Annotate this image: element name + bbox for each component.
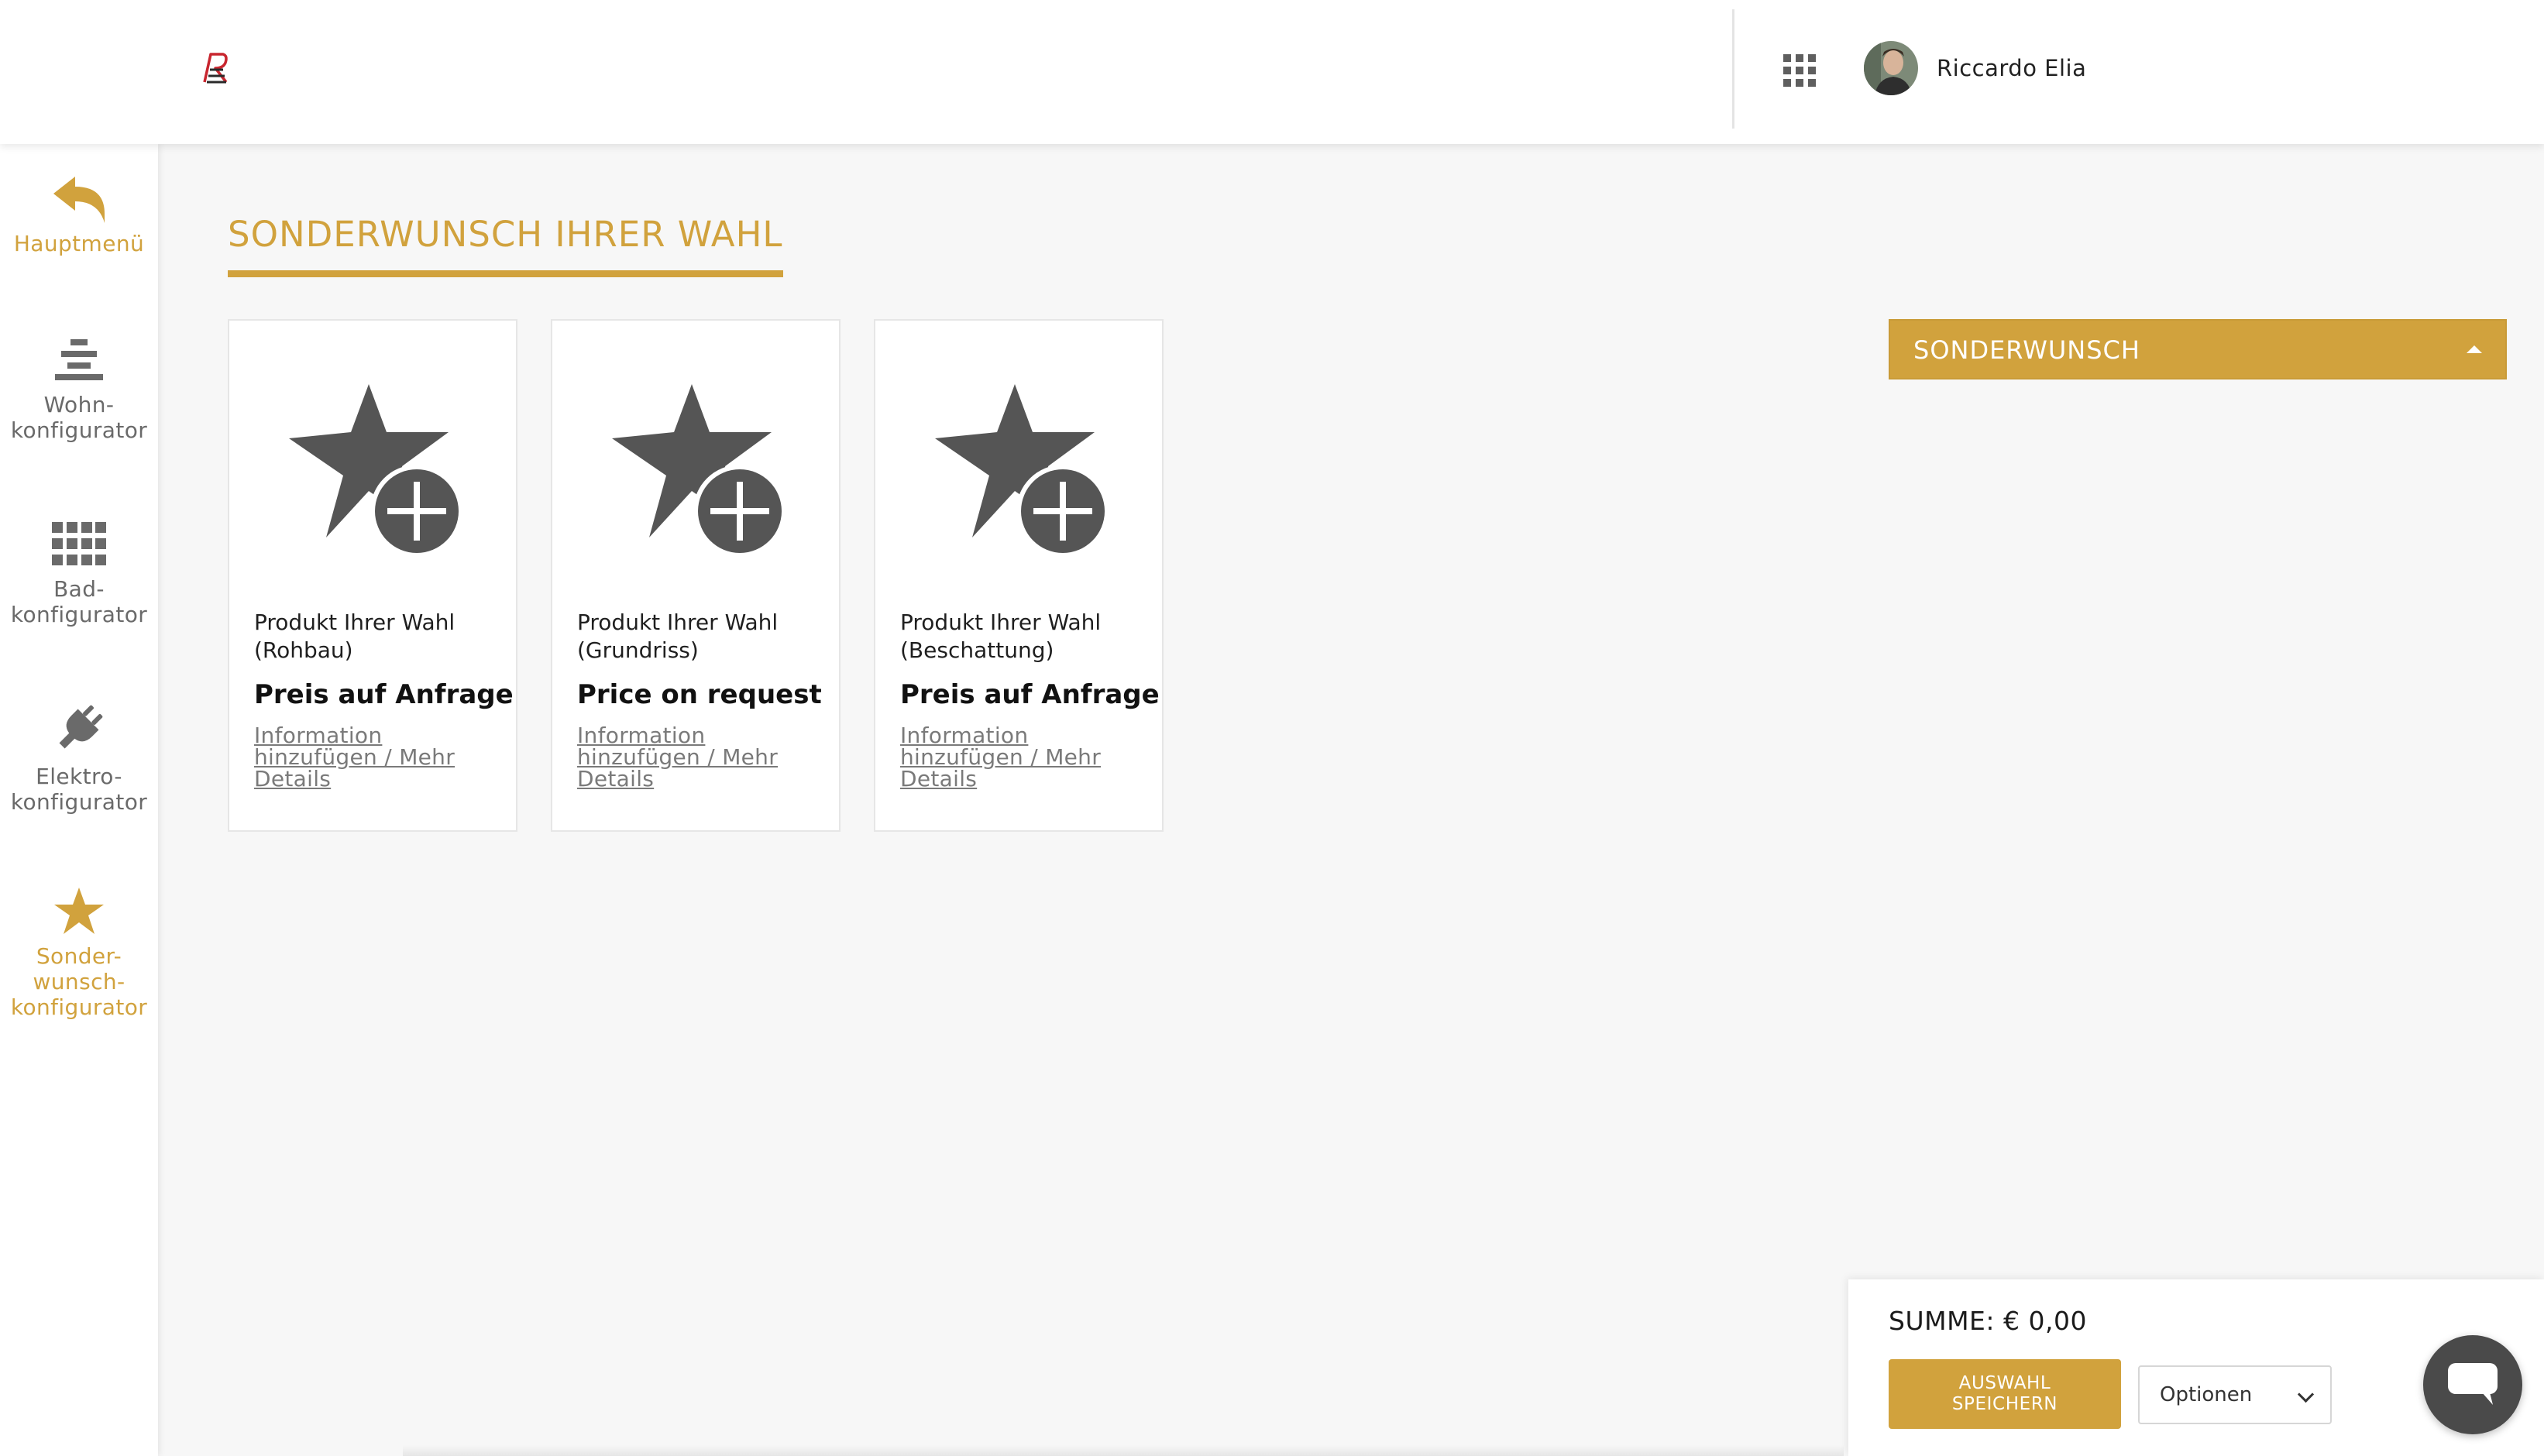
star-add-icon	[612, 384, 786, 558]
sidebar-nav: Hauptmenü Wohn- konfigurator Bad- konfig…	[0, 144, 158, 1456]
sidebar-item-label: Wohn-	[43, 392, 115, 417]
product-name: Produkt Ihrer Wahl (Rohbau)	[254, 609, 502, 664]
user-avatar[interactable]	[1864, 41, 1918, 95]
sidebar-item-label: konfigurator	[10, 602, 148, 627]
product-card-rohbau[interactable]: Produkt Ihrer Wahl (Rohbau) Preis auf An…	[228, 319, 517, 832]
save-button-label: AUSWAHL	[1958, 1373, 2051, 1393]
sidebar-item-label: konfigurator	[10, 417, 148, 443]
header-divider	[1732, 9, 1734, 129]
user-name[interactable]: Riccardo Elia	[1937, 53, 2086, 84]
back-arrow-icon	[53, 177, 105, 223]
sidebar-item-label: konfigurator	[10, 789, 148, 815]
star-icon	[54, 888, 104, 934]
info-link-line[interactable]: Details	[254, 766, 331, 792]
chat-button[interactable]	[2423, 1335, 2522, 1434]
product-card-beschattung[interactable]: Produkt Ihrer Wahl (Beschattung) Preis a…	[874, 319, 1164, 832]
total-sum: SUMME: € 0,00	[1889, 1306, 2087, 1336]
options-select-value: Optionen	[2160, 1383, 2253, 1406]
sidebar-item-elektrokonfigurator[interactable]: Elektro- konfigurator	[0, 702, 158, 815]
apps-grid-icon[interactable]	[1783, 54, 1816, 87]
star-add-icon	[935, 384, 1109, 558]
info-link[interactable]: Information hinzufügen / Mehr Details	[577, 725, 810, 790]
sidebar-item-label: Bad-	[53, 576, 105, 602]
sidebar-item-label: konfigurator	[10, 994, 148, 1020]
sidebar-item-badkonfigurator[interactable]: Bad- konfigurator	[0, 522, 158, 627]
sonderwunsch-accordion-header[interactable]: SONDERWUNSCH	[1889, 319, 2507, 379]
options-select[interactable]: Optionen	[2138, 1365, 2332, 1424]
product-card-grundriss[interactable]: Produkt Ihrer Wahl (Grundriss) Price on …	[551, 319, 841, 832]
chevron-down-icon	[2297, 1386, 2315, 1403]
sidebar-item-label: Elektro-	[36, 764, 122, 789]
top-header: Riccardo Elia	[0, 0, 2544, 144]
product-price: Preis auf Anfrage	[254, 679, 514, 710]
sidebar-item-label: Sonder-	[36, 943, 122, 969]
save-selection-button[interactable]: AUSWAHL SPEICHERN	[1889, 1359, 2121, 1429]
brand-logo[interactable]	[200, 50, 231, 87]
layers-icon	[55, 339, 103, 380]
info-link[interactable]: Information hinzufügen / Mehr Details	[900, 725, 1133, 790]
info-link[interactable]: Information hinzufügen / Mehr Details	[254, 725, 486, 790]
star-add-icon	[289, 384, 463, 558]
accordion-label: SONDERWUNSCH	[1913, 335, 2140, 365]
product-name-line: Produkt Ihrer Wahl	[254, 610, 456, 635]
chat-bubble-icon	[2448, 1363, 2498, 1405]
product-name-line: (Grundriss)	[577, 637, 699, 663]
info-link-line[interactable]: Details	[900, 766, 977, 792]
save-button-label: SPEICHERN	[1951, 1394, 2058, 1414]
r-logo-icon	[203, 53, 228, 84]
product-name-line: (Rohbau)	[254, 637, 353, 663]
product-name-line: Produkt Ihrer Wahl	[577, 610, 779, 635]
product-price: Price on request	[577, 679, 822, 710]
title-underline	[228, 270, 783, 277]
sidebar-item-sonderwunschkonfigurator[interactable]: Sonder- wunsch- konfigurator	[0, 886, 158, 1020]
product-price: Preis auf Anfrage	[900, 679, 1160, 710]
info-link-line[interactable]: Details	[577, 766, 654, 792]
sidebar-item-label: wunsch-	[33, 969, 125, 994]
sidebar-item-wohnkonfigurator[interactable]: Wohn- konfigurator	[0, 339, 158, 443]
product-name: Produkt Ihrer Wahl (Grundriss)	[577, 609, 825, 664]
bottom-edge-shadow	[403, 1445, 1844, 1456]
plug-icon	[59, 705, 103, 749]
product-name: Produkt Ihrer Wahl (Beschattung)	[900, 609, 1148, 664]
grid-icon	[52, 522, 106, 565]
page-title: SONDERWUNSCH IHRER WAHL	[228, 214, 783, 255]
caret-up-icon	[2467, 345, 2482, 353]
product-name-line: Produkt Ihrer Wahl	[900, 610, 1102, 635]
sidebar-item-hauptmenu[interactable]: Hauptmenü	[0, 175, 158, 256]
sidebar-item-label: Hauptmenü	[13, 231, 145, 256]
product-name-line: (Beschattung)	[900, 637, 1054, 663]
